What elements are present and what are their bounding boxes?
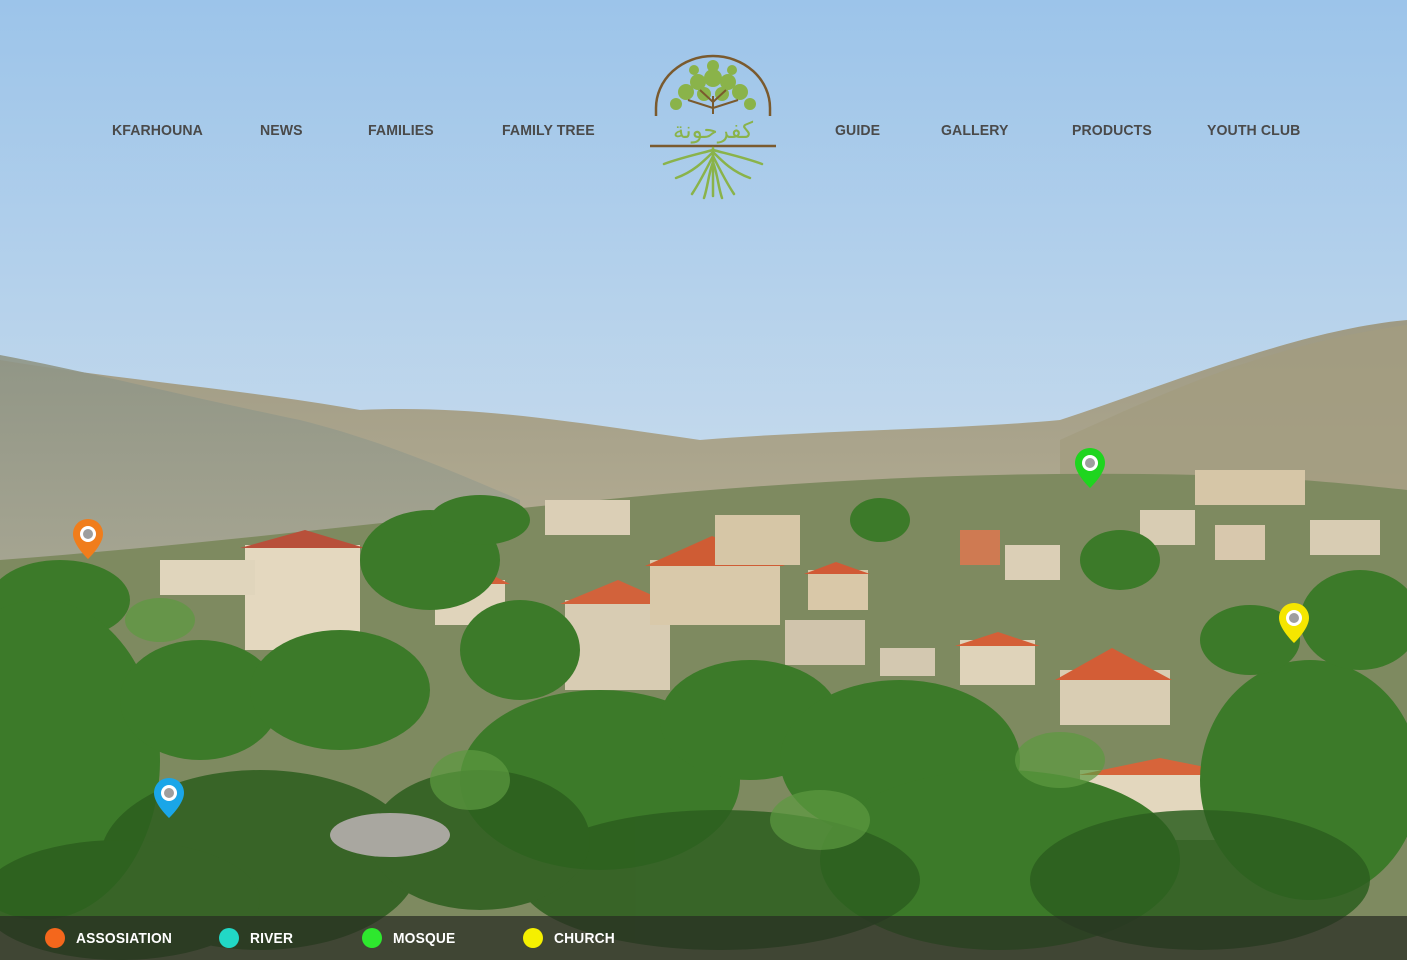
river-dot-icon — [219, 928, 239, 948]
logo-text: كفرحونة — [672, 118, 754, 144]
legend-bar: ASSOSIATION RIVER MOSQUE CHURCH — [0, 916, 1407, 960]
nav-family-tree[interactable]: FAMILY TREE — [502, 122, 595, 139]
site-logo[interactable]: كفرحونة — [648, 52, 778, 200]
nav-youth-club[interactable]: YOUTH CLUB — [1207, 122, 1300, 139]
nav-gallery[interactable]: GALLERY — [941, 122, 1009, 139]
nav-kfarhouna[interactable]: KFARHOUNA — [112, 122, 203, 139]
legend-label: ASSOSIATION — [76, 929, 173, 947]
legend-item-mosque[interactable]: MOSQUE — [362, 916, 461, 960]
legend-label: RIVER — [250, 929, 294, 947]
church-marker-icon[interactable] — [1277, 601, 1311, 645]
nav-news[interactable]: NEWS — [260, 122, 303, 139]
mosque-marker-icon[interactable] — [1073, 446, 1107, 490]
legend-label: MOSQUE — [393, 929, 456, 947]
mosque-dot-icon — [362, 928, 382, 948]
hero-section: KFARHOUNA NEWS FAMILIES FAMILY TREE كفرح… — [0, 0, 1407, 960]
legend-label: CHURCH — [554, 929, 615, 947]
assosiation-marker-icon[interactable] — [71, 517, 105, 561]
legend-item-river[interactable]: RIVER — [219, 916, 297, 960]
assosiation-dot-icon — [45, 928, 65, 948]
nav-guide[interactable]: GUIDE — [835, 122, 880, 139]
nav-products[interactable]: PRODUCTS — [1072, 122, 1152, 139]
river-marker-icon[interactable] — [152, 776, 186, 820]
legend-item-assosiation[interactable]: ASSOSIATION — [45, 916, 180, 960]
legend-item-church[interactable]: CHURCH — [523, 916, 620, 960]
church-dot-icon — [523, 928, 543, 948]
nav-families[interactable]: FAMILIES — [368, 122, 434, 139]
